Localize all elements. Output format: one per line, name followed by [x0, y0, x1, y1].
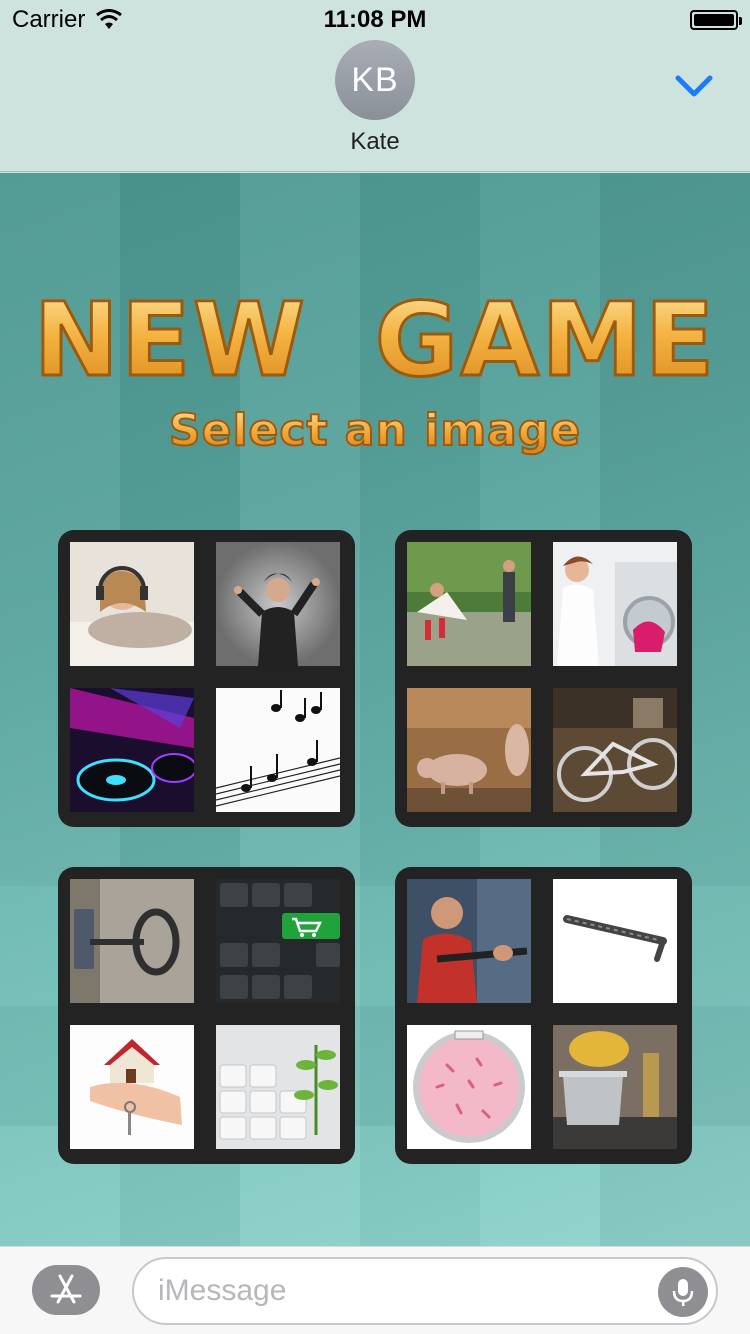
- game-title: NEW GAME: [0, 280, 750, 402]
- game-subtitle: Select an image: [0, 404, 750, 457]
- app-store-button[interactable]: [32, 1265, 100, 1315]
- imessage-input[interactable]: [158, 1271, 638, 1311]
- key-door-image: [70, 879, 194, 1003]
- man-pulling-image: [407, 879, 531, 1003]
- cooking-pot-image: [553, 1025, 677, 1149]
- microphone-icon: [672, 1279, 694, 1306]
- dj-turntable-image: [70, 688, 194, 812]
- message-field[interactable]: [132, 1257, 718, 1325]
- image-set-splash[interactable]: [395, 530, 692, 827]
- conductor-image: [216, 542, 340, 666]
- petri-dish-image: [407, 1025, 531, 1149]
- washing-machine-image: [553, 542, 677, 666]
- status-bar: Carrier 11:08 PM: [0, 0, 750, 40]
- avatar[interactable]: KB: [335, 40, 415, 120]
- status-time: 11:08 PM: [323, 6, 427, 33]
- keyboard-plant-image: [216, 1025, 340, 1149]
- message-input-bar: [0, 1246, 750, 1334]
- woman-headphones-image: [70, 542, 194, 666]
- image-set-pull[interactable]: [395, 867, 692, 1164]
- contact-name[interactable]: Kate: [0, 128, 750, 156]
- microphone-button[interactable]: [658, 1267, 708, 1317]
- collapse-button[interactable]: [672, 66, 716, 106]
- sheet-music-image: [216, 688, 340, 812]
- house-keys-image: [70, 1025, 194, 1149]
- bride-pond-image: [407, 542, 531, 666]
- keyboard-cart-image: [216, 879, 340, 1003]
- game-panel: NEW GAME Select an image: [0, 173, 750, 1246]
- battery-icon: [690, 10, 742, 30]
- image-set-keys[interactable]: [58, 867, 355, 1164]
- app-store-icon: [50, 1274, 82, 1304]
- bicycle-image: [553, 688, 677, 812]
- pigs-image: [407, 688, 531, 812]
- conversation-header: KB Kate: [0, 40, 750, 172]
- crowbar-image: [553, 879, 677, 1003]
- chevron-down-icon: [675, 75, 713, 97]
- image-set-music[interactable]: [58, 530, 355, 827]
